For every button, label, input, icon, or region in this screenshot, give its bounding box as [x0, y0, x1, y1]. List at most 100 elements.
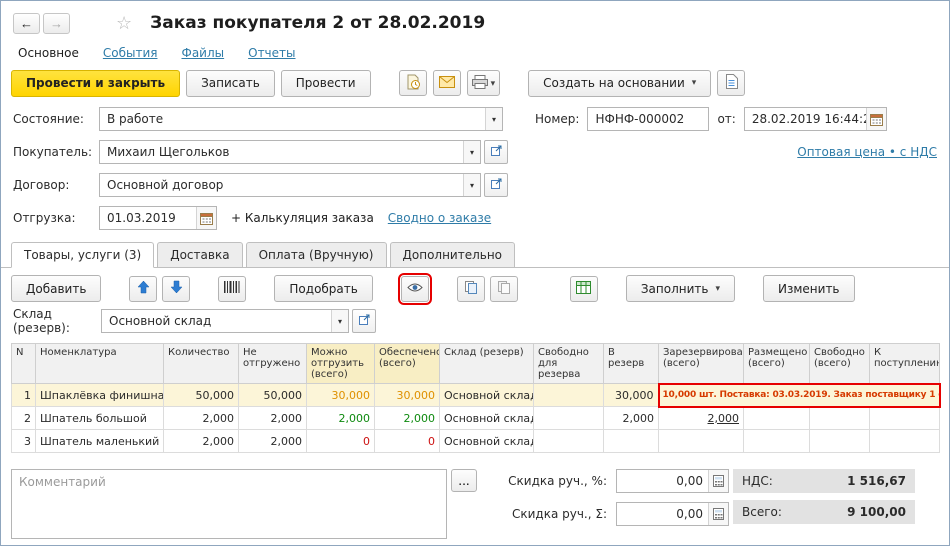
cell-nomenclature[interactable]: Шпатель большой	[36, 407, 164, 430]
move-row-up-button[interactable]	[129, 276, 157, 302]
send-email-button[interactable]	[433, 70, 461, 96]
column-header-free[interactable]: Свободно (всего)	[810, 344, 870, 384]
favorite-star-icon[interactable]: ☆	[116, 13, 132, 34]
cell-nomenclature[interactable]: Шпаклёвка финишная	[36, 384, 164, 407]
cell-quantity[interactable]: 2,000	[164, 430, 239, 453]
column-header-incoming[interactable]: К поступлению	[870, 344, 940, 384]
pick-items-button[interactable]: Подобрать	[274, 275, 372, 302]
price-type-link[interactable]: Оптовая цена • с НДС	[797, 145, 937, 159]
calculator-icon[interactable]	[708, 503, 728, 525]
cell-warehouse[interactable]: Основной склад	[440, 384, 534, 407]
cell-incoming[interactable]	[870, 407, 940, 430]
nav-item-main[interactable]: Основное	[18, 46, 79, 60]
cell-free[interactable]	[810, 430, 870, 453]
open-contract-button[interactable]	[484, 173, 508, 197]
reserved-link[interactable]: 2,000	[708, 412, 740, 425]
post-and-close-button[interactable]: Провести и закрыть	[11, 70, 180, 97]
cell-reserved[interactable]: 2,000	[659, 407, 744, 430]
cell-quantity[interactable]: 2,000	[164, 407, 239, 430]
customer-input[interactable]: Михаил Щегольков ▾	[99, 140, 481, 164]
cell-reserved[interactable]	[659, 430, 744, 453]
paste-row-button[interactable]	[490, 276, 518, 302]
fill-button[interactable]: Заполнить ▾	[626, 275, 735, 302]
cell-placed[interactable]	[744, 407, 810, 430]
cell-free-for-reserve[interactable]	[534, 407, 604, 430]
open-warehouse-button[interactable]	[352, 309, 376, 333]
tab-additional[interactable]: Дополнительно	[390, 242, 516, 268]
calendar-icon[interactable]	[866, 108, 886, 130]
barcode-scan-button[interactable]	[218, 276, 246, 302]
cell-warehouse[interactable]: Основной склад	[440, 407, 534, 430]
cell-provided[interactable]: 0	[375, 430, 440, 453]
cell-can-ship[interactable]: 30,000	[307, 384, 375, 407]
number-input[interactable]: НФНФ-000002	[587, 107, 709, 131]
column-header-reserved[interactable]: Зарезервировано (всего)	[659, 344, 744, 384]
table-row[interactable]: 1 Шпаклёвка финишная 50,000 50,000 30,00…	[12, 384, 940, 407]
move-row-down-button[interactable]	[162, 276, 190, 302]
column-header-n[interactable]: N	[12, 344, 36, 384]
cell-quantity[interactable]: 50,000	[164, 384, 239, 407]
calculator-icon[interactable]	[708, 470, 728, 492]
cell-not-shipped[interactable]: 2,000	[239, 430, 307, 453]
column-header-warehouse[interactable]: Склад (резерв)	[440, 344, 534, 384]
print-button[interactable]: ▾	[467, 70, 501, 96]
view-availability-button[interactable]	[401, 276, 429, 302]
cell-placed[interactable]	[744, 430, 810, 453]
comment-more-button[interactable]: ...	[451, 469, 477, 492]
calendar-icon[interactable]	[196, 207, 216, 229]
cell-n[interactable]: 1	[12, 384, 36, 407]
column-header-provided[interactable]: Обеспечено (всего)	[375, 344, 440, 384]
cell-n[interactable]: 3	[12, 430, 36, 453]
nav-item-files[interactable]: Файлы	[181, 46, 224, 60]
cell-to-reserve[interactable]: 2,000	[604, 407, 659, 430]
comment-input[interactable]	[11, 469, 447, 539]
order-summary-link[interactable]: Сводно о заказе	[388, 211, 491, 225]
write-button[interactable]: Записать	[186, 70, 275, 97]
cell-not-shipped[interactable]: 2,000	[239, 407, 307, 430]
tab-goods-services[interactable]: Товары, услуги (3)	[11, 242, 154, 268]
tab-payment[interactable]: Оплата (Вручную)	[246, 242, 387, 268]
shipment-date-input[interactable]: 01.03.2019	[99, 206, 217, 230]
column-header-nomenclature[interactable]: Номенклатура	[36, 344, 164, 384]
cell-not-shipped[interactable]: 50,000	[239, 384, 307, 407]
cell-to-reserve[interactable]: 30,000	[604, 384, 659, 407]
copy-row-button[interactable]	[457, 276, 485, 302]
cell-n[interactable]: 2	[12, 407, 36, 430]
create-based-on-button[interactable]: Создать на основании ▾	[528, 70, 711, 97]
cell-free[interactable]	[810, 407, 870, 430]
chevron-down-icon[interactable]: ▾	[485, 108, 502, 130]
column-header-free-for-reserve[interactable]: Свободно для резерва	[534, 344, 604, 384]
warehouse-input[interactable]: Основной склад ▾	[101, 309, 349, 333]
cell-to-reserve[interactable]	[604, 430, 659, 453]
column-header-can-ship[interactable]: Можно отгрузить (всего)	[307, 344, 375, 384]
discount-percent-input[interactable]: 0,00	[616, 469, 729, 493]
column-header-quantity[interactable]: Количество	[164, 344, 239, 384]
chevron-down-icon[interactable]: ▾	[331, 310, 348, 332]
table-row[interactable]: 3 Шпатель маленький 2,000 2,000 0 0 Осно…	[12, 430, 940, 453]
cell-can-ship[interactable]: 2,000	[307, 407, 375, 430]
nav-item-reports[interactable]: Отчеты	[248, 46, 295, 60]
cell-provided[interactable]: 30,000	[375, 384, 440, 407]
column-header-placed[interactable]: Размещено (всего)	[744, 344, 810, 384]
reports-button[interactable]	[717, 70, 745, 96]
cell-provided[interactable]: 2,000	[375, 407, 440, 430]
edit-button[interactable]: Изменить	[763, 275, 855, 302]
cell-nomenclature[interactable]: Шпатель маленький	[36, 430, 164, 453]
nav-item-events[interactable]: События	[103, 46, 158, 60]
cell-free-for-reserve[interactable]	[534, 430, 604, 453]
discount-sum-input[interactable]: 0,00	[616, 502, 729, 526]
column-header-not-shipped[interactable]: Не отгружено	[239, 344, 307, 384]
date-input[interactable]: 28.02.2019 16:44:22	[744, 107, 887, 131]
post-schedule-button[interactable]	[399, 70, 427, 96]
state-input[interactable]: В работе ▾	[99, 107, 503, 131]
post-button[interactable]: Провести	[281, 70, 371, 97]
add-row-button[interactable]: Добавить	[11, 275, 101, 302]
tab-delivery[interactable]: Доставка	[157, 242, 242, 268]
cell-warehouse[interactable]: Основной склад	[440, 430, 534, 453]
open-customer-button[interactable]	[484, 140, 508, 164]
chevron-down-icon[interactable]: ▾	[463, 174, 480, 196]
table-row[interactable]: 2 Шпатель большой 2,000 2,000 2,000 2,00…	[12, 407, 940, 430]
order-calculation-toggle[interactable]: + Калькуляция заказа	[231, 211, 374, 225]
table-settings-button[interactable]	[570, 276, 598, 302]
supply-note-cell[interactable]: 10,000 шт. Поставка: 03.03.2019. Заказ п…	[659, 384, 940, 407]
